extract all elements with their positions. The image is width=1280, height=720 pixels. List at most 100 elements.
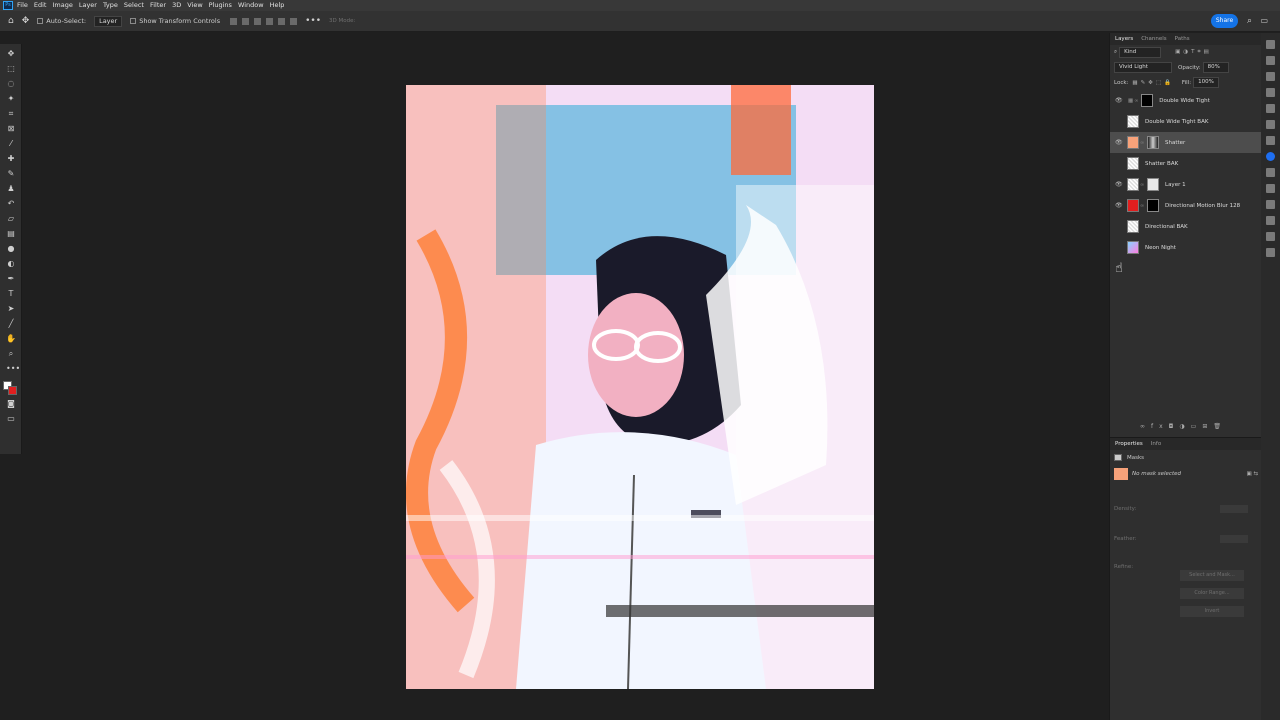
- menu-plugins[interactable]: Plugins: [209, 0, 232, 11]
- menu-edit[interactable]: Edit: [34, 0, 47, 11]
- layer-name[interactable]: Shatter BAK: [1145, 161, 1178, 167]
- visibility-eye-icon[interactable]: 👁: [1115, 181, 1123, 188]
- marquee-tool-icon[interactable]: ⬚: [6, 64, 16, 74]
- menu-window[interactable]: Window: [238, 0, 264, 11]
- brush-settings-icon[interactable]: [1266, 56, 1275, 65]
- layer-row[interactable]: Neon Night: [1110, 237, 1261, 258]
- layer-name[interactable]: Shatter: [1165, 140, 1185, 146]
- transform-controls-checkbox[interactable]: Show Transform Controls: [130, 17, 220, 25]
- chain-link-icon[interactable]: ∞: [1134, 98, 1138, 104]
- lasso-tool-icon[interactable]: ◌: [6, 79, 16, 89]
- document-canvas[interactable]: [23, 33, 1108, 720]
- workspace-icon[interactable]: ▭: [1260, 16, 1268, 25]
- layer-mask-thumbnail[interactable]: [1147, 199, 1159, 212]
- chain-link-icon[interactable]: ∞: [1140, 182, 1144, 188]
- align-bottom-icon[interactable]: [290, 17, 298, 25]
- link-layers-icon[interactable]: ∞: [1140, 423, 1151, 430]
- history-brush-tool-icon[interactable]: ↶: [6, 199, 16, 209]
- align-center-icon[interactable]: [242, 17, 250, 25]
- layer-row[interactable]: 👁 ▦ ∞ Double Wide Tight: [1110, 90, 1261, 111]
- menu-image[interactable]: Image: [52, 0, 72, 11]
- layer-thumbnail[interactable]: [1127, 220, 1139, 233]
- gradients-icon[interactable]: [1266, 200, 1275, 209]
- layer-row[interactable]: 👁 ∞ Directional Motion Blur 128: [1110, 195, 1261, 216]
- align-top-icon[interactable]: [266, 17, 274, 25]
- magic-wand-tool-icon[interactable]: ✦: [6, 94, 16, 104]
- character-icon[interactable]: [1266, 88, 1275, 97]
- quick-mask-icon[interactable]: ◙: [6, 399, 16, 409]
- gradient-tool-icon[interactable]: ▤: [6, 229, 16, 239]
- layer-name[interactable]: Neon Night: [1145, 245, 1176, 251]
- new-layer-icon[interactable]: ⊞: [1202, 423, 1213, 430]
- type-t-icon[interactable]: [1266, 232, 1275, 241]
- patterns-icon[interactable]: [1266, 184, 1275, 193]
- new-adjustment-icon[interactable]: ◑: [1179, 423, 1190, 430]
- filter-type-icons[interactable]: ▣◑T⌗▤: [1175, 49, 1212, 56]
- filter-kind-dropdown[interactable]: Kind: [1119, 47, 1162, 58]
- feather-field[interactable]: [1220, 534, 1248, 543]
- layer-thumbnail[interactable]: [1127, 136, 1139, 149]
- brush-tool-icon[interactable]: ✎: [6, 169, 16, 179]
- menu-help[interactable]: Help: [270, 0, 285, 11]
- tab-layers[interactable]: Layers: [1115, 36, 1133, 42]
- move-tool-icon[interactable]: ✥: [6, 49, 16, 59]
- share-button[interactable]: Share: [1211, 14, 1238, 28]
- auto-select-checkbox[interactable]: Auto-Select:: [37, 17, 86, 25]
- line-tool-icon[interactable]: ╱: [6, 319, 16, 329]
- layer-mask-thumbnail[interactable]: [1141, 94, 1154, 107]
- layer-row-selected[interactable]: 👁 ∞ Shatter: [1110, 132, 1261, 153]
- color-panel-icon[interactable]: [1266, 152, 1275, 161]
- clone-stamp-tool-icon[interactable]: ♟: [6, 184, 16, 194]
- align-buttons[interactable]: [230, 17, 298, 25]
- invert-button[interactable]: Invert: [1180, 606, 1244, 617]
- frame-tool-icon[interactable]: ⊠: [6, 124, 16, 134]
- fx-icon[interactable]: fx: [1151, 423, 1169, 430]
- layer-thumbnail[interactable]: [1127, 199, 1139, 212]
- delete-layer-icon[interactable]: 🗑: [1213, 423, 1227, 430]
- layer-thumbnail[interactable]: [1127, 241, 1139, 254]
- swatches-icon[interactable]: [1266, 168, 1275, 177]
- libraries-icon[interactable]: [1266, 136, 1275, 145]
- type-t2-icon[interactable]: [1266, 248, 1275, 257]
- tab-properties[interactable]: Properties: [1115, 441, 1143, 447]
- menu-layer[interactable]: Layer: [79, 0, 97, 11]
- add-mask-icon[interactable]: ◘: [1169, 423, 1180, 430]
- home-icon[interactable]: ⌂: [8, 16, 14, 26]
- visibility-eye-icon[interactable]: 👁: [1115, 202, 1123, 209]
- layer-row[interactable]: Double Wide Tight BAK: [1110, 111, 1261, 132]
- layer-thumbnail[interactable]: [1127, 115, 1139, 128]
- new-group-icon[interactable]: ▭: [1191, 423, 1203, 430]
- pen-tool-icon[interactable]: ✒: [6, 274, 16, 284]
- type-tool-icon[interactable]: T: [6, 289, 16, 299]
- layer-thumbnail[interactable]: [1127, 178, 1139, 191]
- layer-thumbnail[interactable]: [1127, 157, 1139, 170]
- menu-type[interactable]: Type: [103, 0, 118, 11]
- layer-name[interactable]: Double Wide Tight BAK: [1145, 119, 1208, 125]
- smart-filter-mask-thumbnail[interactable]: [1147, 136, 1159, 149]
- density-field[interactable]: [1220, 504, 1248, 513]
- menu-select[interactable]: Select: [124, 0, 144, 11]
- layer-name[interactable]: Layer 1: [1165, 182, 1186, 188]
- more-options-icon[interactable]: •••: [305, 16, 321, 26]
- history-panel-icon[interactable]: [1266, 40, 1275, 49]
- chain-link-icon[interactable]: ∞: [1140, 203, 1144, 209]
- align-middle-icon[interactable]: [278, 17, 286, 25]
- layer-row[interactable]: 👁 ∞ Layer 1: [1110, 174, 1261, 195]
- background-color-swatch[interactable]: [8, 386, 17, 395]
- tab-channels[interactable]: Channels: [1141, 36, 1166, 42]
- align-right-icon[interactable]: [254, 17, 262, 25]
- screen-mode-icon[interactable]: ▭: [6, 414, 16, 424]
- adjustments-icon[interactable]: [1266, 120, 1275, 129]
- menu-3d[interactable]: 3D: [172, 0, 181, 11]
- color-swatches[interactable]: [3, 378, 19, 395]
- zoom-tool-icon[interactable]: ⌕: [6, 349, 16, 359]
- edit-toolbar-icon[interactable]: •••: [6, 364, 20, 374]
- tab-paths[interactable]: Paths: [1175, 36, 1190, 42]
- select-and-mask-button[interactable]: Select and Mask...: [1180, 570, 1244, 581]
- layer-name[interactable]: Double Wide Tight: [1159, 98, 1210, 104]
- mask-type-icons[interactable]: ▣ ⇆: [1246, 471, 1258, 477]
- auto-select-target-dropdown[interactable]: Layer: [94, 15, 123, 27]
- crop-tool-icon[interactable]: ⌗: [6, 109, 16, 119]
- tab-info[interactable]: Info: [1151, 441, 1161, 447]
- move-tool-icon[interactable]: ✥: [22, 16, 30, 26]
